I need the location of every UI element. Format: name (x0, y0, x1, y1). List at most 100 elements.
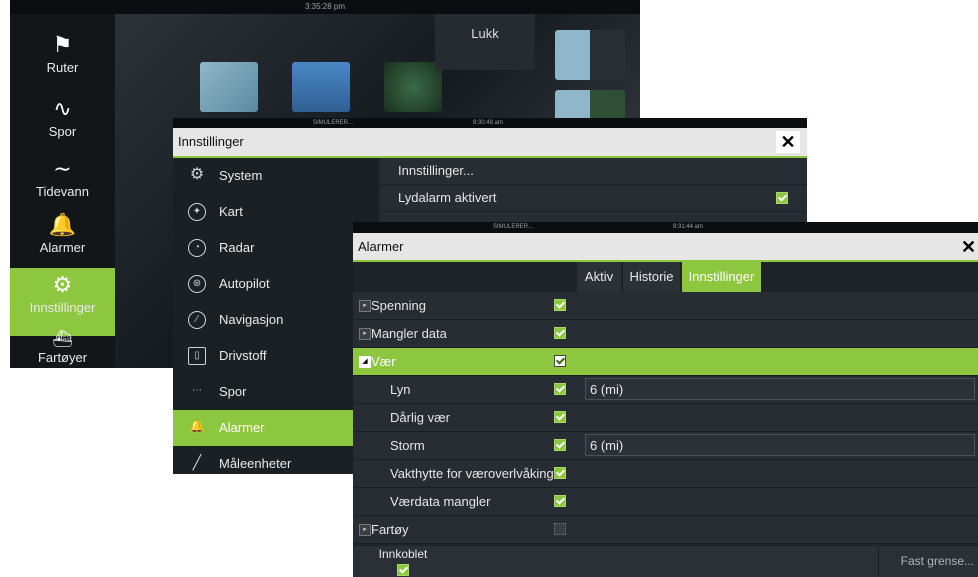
ruler-icon: ╱ (192, 454, 202, 470)
menu-item-radar[interactable]: ◔ Radar (173, 230, 378, 266)
sidebar-item-spor[interactable]: ∿ Spor (10, 94, 115, 139)
alarm-checkbox[interactable] (554, 439, 566, 451)
bell-icon: 🔔 (189, 419, 205, 433)
chart-app-tile[interactable] (200, 62, 258, 112)
threshold-value-field[interactable]: 6 (mi) (585, 434, 975, 456)
sidebar-item-label: Fartøyer (37, 350, 88, 365)
menu-item-drivstoff[interactable]: ▯ Drivstoff (173, 338, 378, 374)
settings-row-lydalarm[interactable]: Lydalarm aktivert (380, 185, 807, 212)
sidebar-item-innstillinger[interactable]: ⚙ Innstillinger (10, 270, 115, 315)
settings-row-innstillinger[interactable]: Innstillinger... (380, 158, 807, 185)
alarm-checkbox[interactable] (554, 467, 566, 479)
compass-icon: ⁄ (188, 311, 206, 329)
row-label: Lyn (390, 382, 411, 397)
row-label: Mangler data (371, 326, 447, 341)
radar-app-tile[interactable] (384, 62, 442, 112)
settings-status-bar: SIMULERER... 8:30:48 am (173, 118, 807, 128)
menu-item-autopilot[interactable]: ⊛ Autopilot (173, 266, 378, 302)
row-label: Spenning (371, 298, 426, 313)
expand-icon[interactable]: ▸ (359, 300, 371, 312)
sidebar-item-label: Ruter (46, 60, 79, 75)
sidebar-item-ruter[interactable]: ⚑ Ruter (10, 30, 115, 75)
sidebar-item-label: Spor (48, 124, 77, 139)
home-status-bar: 3:35:28 pm (10, 0, 640, 14)
simulator-status: SIMULERER... (493, 224, 534, 230)
close-button[interactable]: Lukk (435, 14, 535, 70)
collapse-icon[interactable]: ◢ (359, 356, 371, 368)
menu-item-label: Radar (219, 240, 255, 255)
alarms-title: Alarmer (353, 233, 978, 262)
sidebar-item-tidevann[interactable]: ∼ Tidevann (10, 154, 115, 199)
menu-item-label: Navigasjon (219, 312, 284, 327)
expand-icon[interactable]: ▸ (359, 524, 371, 536)
menu-item-system[interactable]: ⚙ System (173, 158, 378, 194)
trails-icon: ⋯ (192, 385, 202, 396)
chart-globe-icon: ✦ (188, 203, 206, 221)
tab-innstillinger[interactable]: Innstillinger (682, 262, 761, 292)
alarm-row-vaer[interactable]: ◢ Vær (353, 348, 978, 376)
sidebar-item-label: Alarmer (39, 240, 86, 255)
menu-item-maleenheter[interactable]: ╱ Måleenheter (173, 446, 378, 474)
sidebar-item-label: Tidevann (36, 184, 89, 199)
routes-flag-icon: ⚑ (52, 32, 73, 57)
row-label: Dårlig vær (390, 410, 450, 425)
row-label: Vær (371, 354, 396, 369)
sonar-app-tile[interactable] (292, 62, 350, 112)
alarm-checkbox[interactable] (554, 355, 566, 367)
innkoblet-checkbox[interactable] (397, 564, 409, 576)
threshold-value-field[interactable]: 6 (mi) (585, 378, 975, 400)
menu-item-label: System (219, 168, 263, 183)
sidebar-item-alarmer[interactable]: 🔔 Alarmer (10, 210, 115, 255)
tab-aktiv[interactable]: Aktiv (577, 262, 621, 292)
alarm-row-mangler-data[interactable]: ▸ Mangler data (353, 320, 978, 348)
alarm-row-lyn[interactable]: Lyn 6 (mi) (353, 376, 978, 404)
alarm-row-vakthytte[interactable]: Vakthytte for væroverlvåking (353, 460, 978, 488)
expand-icon[interactable]: ▸ (359, 328, 371, 340)
alarms-clock: 8:31:44 am (673, 224, 704, 230)
fuel-icon: ▯ (188, 347, 206, 365)
menu-item-alarmer[interactable]: 🔔 Alarmer (173, 410, 378, 446)
alarm-row-vaerdata-mangler[interactable]: Værdata mangler (353, 488, 978, 516)
menu-item-label: Spor (219, 384, 247, 399)
alarm-checkbox[interactable] (554, 411, 566, 423)
alarms-status-bar: SIMULERER... 8:31:44 am (353, 222, 978, 233)
alarm-checkbox[interactable] (554, 299, 566, 311)
settings-clock: 8:30:48 am (473, 120, 504, 126)
alarm-checkbox[interactable] (554, 383, 566, 395)
lydalarm-checkbox[interactable] (776, 192, 788, 204)
menu-item-label: Måleenheter (219, 456, 292, 471)
close-icon[interactable]: ✕ (776, 131, 800, 153)
alarm-row-spenning[interactable]: ▸ Spenning (353, 292, 978, 320)
alarms-tab-bar: Aktiv Historie Innstillinger (353, 262, 978, 294)
gear-icon: ⚙ (189, 166, 205, 183)
close-icon[interactable]: ✕ (959, 236, 978, 258)
menu-item-label: Alarmer (219, 420, 265, 435)
innkoblet-label: Innkoblet (378, 547, 428, 561)
tab-historie[interactable]: Historie (623, 262, 680, 292)
alarm-checkbox (554, 523, 566, 535)
alarm-row-storm[interactable]: Storm 6 (mi) (353, 432, 978, 460)
menu-item-navigasjon[interactable]: ⁄ Navigasjon (173, 302, 378, 338)
alarm-row-fartoy[interactable]: ▸ Fartøy (353, 516, 978, 544)
fast-grense-button[interactable]: Fast grense... (878, 546, 978, 577)
favorite-page-tile[interactable] (555, 30, 625, 80)
alarms-window: SIMULERER... 8:31:44 am Alarmer ✕ Aktiv … (353, 222, 978, 577)
row-label: Fartøy (371, 522, 409, 537)
trails-icon: ∿ (53, 96, 72, 121)
sidebar-item-fartoyer[interactable]: ⛴ Fartøyer (10, 330, 115, 365)
home-clock: 3:35:28 pm (304, 2, 346, 11)
simulator-status: SIMULERER... (313, 120, 354, 126)
innkoblet-toggle[interactable]: Innkoblet (353, 546, 453, 577)
alarm-row-darlig-vaer[interactable]: Dårlig vær (353, 404, 978, 432)
bell-icon: 🔔 (48, 212, 77, 237)
menu-item-label: Autopilot (219, 276, 270, 291)
menu-item-spor[interactable]: ⋯ Spor (173, 374, 378, 410)
alarm-checkbox[interactable] (554, 327, 566, 339)
settings-title: Innstillinger (173, 128, 807, 158)
menu-item-label: Kart (219, 204, 243, 219)
radar-icon: ◔ (188, 239, 206, 257)
menu-item-label: Drivstoff (219, 348, 267, 363)
home-sidebar: ⚑ Ruter ∿ Spor ∼ Tidevann 🔔 Alarmer ⚙ In… (10, 14, 115, 368)
menu-item-kart[interactable]: ✦ Kart (173, 194, 378, 230)
alarm-checkbox[interactable] (554, 495, 566, 507)
